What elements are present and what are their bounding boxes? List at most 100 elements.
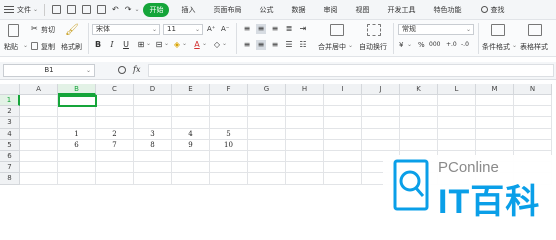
align-bottom-icon[interactable]: ≡ — [270, 24, 280, 34]
column-header-g[interactable]: G — [248, 84, 286, 95]
name-box[interactable]: B1 ⌄ — [3, 64, 95, 77]
currency-button[interactable]: ¥ — [399, 41, 403, 49]
cell-d6[interactable] — [134, 151, 172, 163]
cell-n3[interactable] — [514, 117, 552, 129]
merge-cells-icon[interactable]: ⊟ — [154, 40, 164, 50]
merge-center-button[interactable]: 合并居中 — [318, 42, 346, 52]
font-color-icon[interactable]: A — [192, 40, 202, 50]
cell-n4[interactable] — [514, 128, 552, 140]
row-header-3[interactable]: 3 — [0, 117, 20, 129]
cell-i2[interactable] — [324, 106, 362, 118]
table-style-button[interactable]: 表格样式 — [520, 42, 548, 52]
cell-i8[interactable] — [324, 173, 362, 185]
cell-d8[interactable] — [134, 173, 172, 185]
undo-icon[interactable]: ↶ — [112, 5, 119, 14]
tab-developer[interactable]: 开发工具 — [381, 3, 421, 17]
paste-button[interactable]: 粘贴 — [4, 42, 18, 52]
cell-f6[interactable] — [210, 151, 248, 163]
cell-d4[interactable]: 3 — [134, 128, 172, 140]
cell-a1[interactable] — [20, 95, 58, 107]
number-format-select[interactable]: 常规 ⌄ — [398, 24, 474, 35]
copy-button[interactable]: 复制 — [41, 42, 55, 52]
cell-b2[interactable] — [58, 106, 96, 118]
cell-m3[interactable] — [476, 117, 514, 129]
tab-view[interactable]: 视图 — [349, 3, 375, 17]
cell-m5[interactable] — [476, 139, 514, 151]
cell-a7[interactable] — [20, 162, 58, 174]
column-header-a[interactable]: A — [20, 84, 58, 95]
chevron-down-icon[interactable]: ⌄ — [164, 40, 169, 47]
cell-d3[interactable] — [134, 117, 172, 129]
chevron-down-icon[interactable]: ⌄ — [23, 42, 28, 49]
borders-icon[interactable]: ⊞ — [136, 40, 146, 50]
tab-formulas[interactable]: 公式 — [253, 3, 279, 17]
cell-a6[interactable] — [20, 151, 58, 163]
cell-f2[interactable] — [210, 106, 248, 118]
font-size-select[interactable]: 11 ⌄ — [163, 24, 203, 35]
row-header-5[interactable]: 5 — [0, 139, 20, 151]
chevron-down-icon[interactable]: ⌄ — [182, 40, 187, 47]
indent-icon[interactable]: ⇥ — [298, 24, 308, 34]
column-header-l[interactable]: L — [438, 84, 476, 95]
active-cell-selection[interactable] — [58, 95, 97, 108]
column-header-j[interactable]: J — [362, 84, 400, 95]
cell-a3[interactable] — [20, 117, 58, 129]
cell-n1[interactable] — [514, 95, 552, 107]
row-header-2[interactable]: 2 — [0, 106, 20, 118]
cell-f1[interactable] — [210, 95, 248, 107]
row-header-4[interactable]: 4 — [0, 128, 20, 140]
bold-button[interactable]: B — [93, 40, 103, 50]
cell-f5[interactable]: 10 — [210, 139, 248, 151]
cell-f8[interactable] — [210, 173, 248, 185]
orientation-icon[interactable]: ≣ — [284, 24, 294, 34]
cell-k1[interactable] — [400, 95, 438, 107]
cell-k2[interactable] — [400, 106, 438, 118]
cell-h2[interactable] — [286, 106, 324, 118]
fx-icon[interactable]: fx — [133, 65, 140, 74]
align-center-icon[interactable]: ≡ — [256, 40, 266, 50]
cell-f7[interactable] — [210, 162, 248, 174]
cell-d2[interactable] — [134, 106, 172, 118]
cell-e6[interactable] — [172, 151, 210, 163]
column-header-n[interactable]: N — [514, 84, 552, 95]
cell-j4[interactable] — [362, 128, 400, 140]
cell-g8[interactable] — [248, 173, 286, 185]
chevron-down-icon[interactable]: ⌄ — [222, 40, 227, 47]
percent-button[interactable]: % — [418, 41, 425, 49]
column-header-d[interactable]: D — [134, 84, 172, 95]
cell-d1[interactable] — [134, 95, 172, 107]
cell-i5[interactable] — [324, 139, 362, 151]
cell-a8[interactable] — [20, 173, 58, 185]
cell-l2[interactable] — [438, 106, 476, 118]
column-header-b[interactable]: B — [58, 84, 96, 95]
cell-e7[interactable] — [172, 162, 210, 174]
align-top-icon[interactable]: ≡ — [242, 24, 252, 34]
cell-g1[interactable] — [248, 95, 286, 107]
column-header-k[interactable]: K — [400, 84, 438, 95]
cell-n2[interactable] — [514, 106, 552, 118]
print-preview-icon[interactable] — [97, 5, 107, 14]
cell-e8[interactable] — [172, 173, 210, 185]
cell-l4[interactable] — [438, 128, 476, 140]
cell-b3[interactable] — [58, 117, 96, 129]
cell-m1[interactable] — [476, 95, 514, 107]
tab-insert[interactable]: 插入 — [175, 3, 201, 17]
zoom-icon[interactable] — [118, 66, 126, 74]
cell-j5[interactable] — [362, 139, 400, 151]
cell-m2[interactable] — [476, 106, 514, 118]
cell-i3[interactable] — [324, 117, 362, 129]
cell-c5[interactable]: 7 — [96, 139, 134, 151]
cell-d7[interactable] — [134, 162, 172, 174]
cell-e5[interactable]: 9 — [172, 139, 210, 151]
print-icon[interactable] — [82, 5, 92, 14]
tab-data[interactable]: 数据 — [285, 3, 311, 17]
cell-g3[interactable] — [248, 117, 286, 129]
tab-page-layout[interactable]: 页面布局 — [207, 3, 247, 17]
cell-a4[interactable] — [20, 128, 58, 140]
column-header-e[interactable]: E — [172, 84, 210, 95]
cut-button[interactable]: 剪切 — [41, 25, 55, 35]
thousands-separator-button[interactable]: 000 — [429, 41, 440, 48]
export-icon[interactable] — [67, 5, 77, 14]
cell-i1[interactable] — [324, 95, 362, 107]
file-menu[interactable]: 文件 ⌄ — [4, 0, 38, 20]
